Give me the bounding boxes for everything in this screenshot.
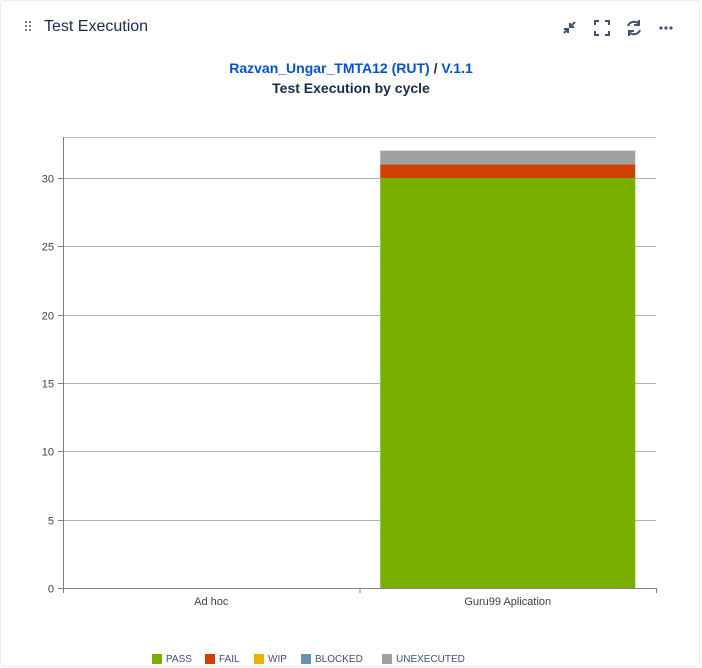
legend-item-unexecuted[interactable]: UNEXECUTED xyxy=(382,653,465,665)
legend-swatch xyxy=(254,654,264,664)
y-tick-label: 25 xyxy=(42,242,54,254)
legend-item-wip[interactable]: WIP xyxy=(254,653,287,665)
legend-label: WIP xyxy=(268,653,287,665)
more-icon xyxy=(659,26,673,30)
x-tick-label: Guru99 Aplication xyxy=(464,596,551,608)
y-tick-label: 20 xyxy=(42,311,54,323)
gadget-header: Test Execution xyxy=(1,1,701,57)
drag-handle-icon[interactable] xyxy=(25,21,33,35)
chart-legend: PASS FAIL WIP BLOCKED UNEXECUTED xyxy=(1,653,701,667)
legend-label: UNEXECUTED xyxy=(396,653,465,665)
x-tick-label: Ad hoc xyxy=(194,596,229,608)
legend-item-fail[interactable]: FAIL xyxy=(205,653,240,665)
bar-segment-fail xyxy=(380,164,636,178)
fullscreen-icon xyxy=(594,20,610,36)
minimize-button[interactable] xyxy=(559,17,581,39)
legend-swatch xyxy=(152,654,162,664)
legend-label: BLOCKED xyxy=(315,653,363,665)
legend-swatch xyxy=(382,654,392,664)
version-link[interactable]: V.1.1 xyxy=(441,60,472,76)
y-tick-label: 0 xyxy=(48,584,54,596)
bar-segment-pass xyxy=(380,178,636,588)
legend-item-blocked[interactable]: BLOCKED xyxy=(301,653,363,665)
refresh-icon xyxy=(627,20,641,36)
fullscreen-button[interactable] xyxy=(591,17,613,39)
project-separator: / xyxy=(433,60,438,76)
gadget-title: Test Execution xyxy=(44,18,149,35)
y-tick-label: 10 xyxy=(42,447,54,459)
bar-chart: 0 5 10 15 20 25 30 Ad hoc Guru99 Aplication xyxy=(42,137,657,608)
gadget-panel: Test Execution Razvan_Ungar_TMTA12 (RUT)… xyxy=(0,0,700,667)
refresh-button[interactable] xyxy=(623,17,645,39)
minimize-icon xyxy=(563,21,576,34)
bar-segment-unexecuted xyxy=(380,150,636,165)
y-tick-label: 30 xyxy=(42,174,54,186)
legend-label: PASS xyxy=(166,653,192,665)
legend-swatch xyxy=(301,654,311,664)
project-version-line: Razvan_Ungar_TMTA12 (RUT) / V.1.1 xyxy=(1,60,701,76)
y-tick-label: 15 xyxy=(42,379,54,391)
legend-swatch xyxy=(205,654,215,664)
y-tick-label: 5 xyxy=(48,516,54,528)
legend-item-pass[interactable]: PASS xyxy=(152,653,192,665)
project-link[interactable]: Razvan_Ungar_TMTA12 (RUT) xyxy=(229,60,429,76)
more-button[interactable] xyxy=(655,17,677,39)
chart-title: Test Execution by cycle xyxy=(272,80,430,96)
legend-label: FAIL xyxy=(219,653,240,665)
